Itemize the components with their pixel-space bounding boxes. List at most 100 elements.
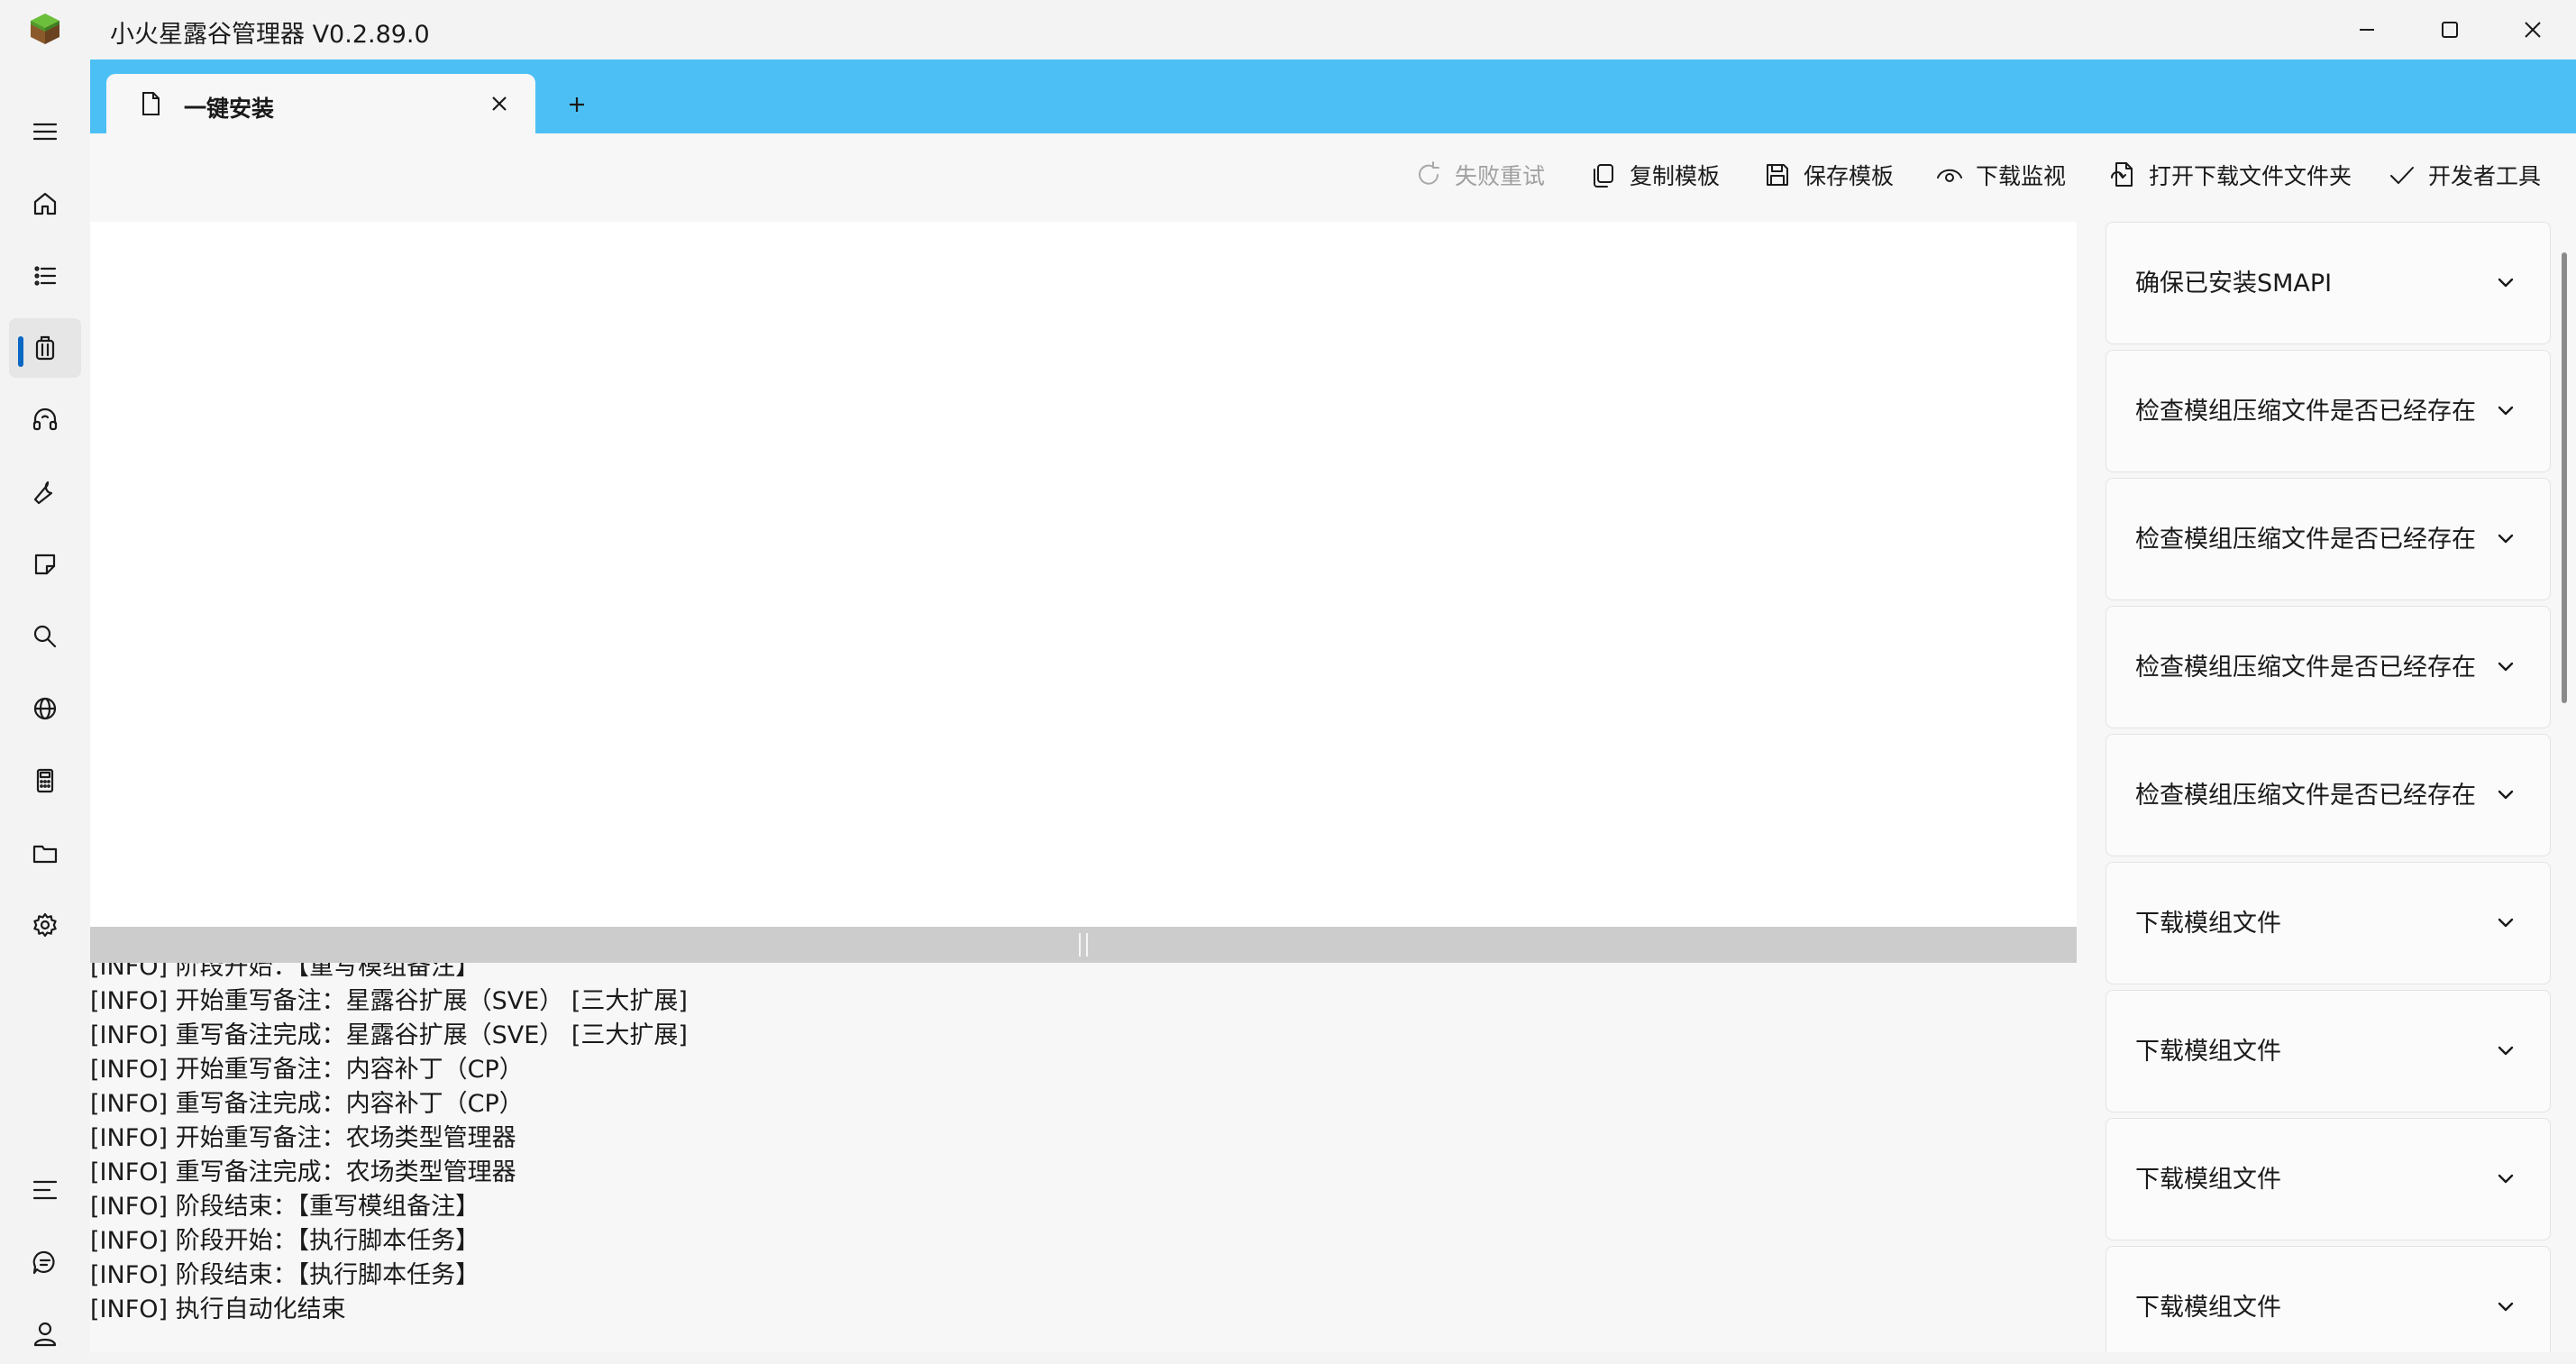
step-card[interactable]: 检查模组压缩文件是否已经存在 bbox=[2106, 478, 2551, 600]
log-line: [INFO] 重写备注完成：内容补丁（CP） bbox=[90, 1090, 524, 1118]
step-card[interactable]: 下载模组文件 bbox=[2106, 862, 2551, 984]
sidebar-collapse-button[interactable] bbox=[9, 1160, 81, 1220]
download-monitor-button[interactable]: 下载监视 bbox=[1934, 155, 2066, 195]
wrench-icon bbox=[33, 481, 53, 505]
step-card[interactable]: 检查模组压缩文件是否已经存在 bbox=[2106, 734, 2551, 856]
step-card[interactable]: 下载模组文件 bbox=[2106, 990, 2551, 1112]
tab-bar: 一键安装 bbox=[90, 60, 2576, 133]
log-panel[interactable]: [INFO] 阶段开始：【重写模组备注】 [INFO] 开始重写备注：星露谷扩展… bbox=[90, 963, 2077, 1352]
minimize-icon bbox=[2360, 29, 2374, 31]
copy-icon bbox=[1594, 164, 1613, 188]
maximize-icon bbox=[2442, 22, 2458, 38]
step-label: 下载模组文件 bbox=[2135, 1165, 2281, 1194]
chevron-down-icon[interactable] bbox=[2492, 782, 2519, 809]
sidebar-item-folder[interactable] bbox=[9, 823, 81, 883]
open-download-folder-label: 打开下载文件文件夹 bbox=[2149, 163, 2352, 189]
home-icon bbox=[33, 192, 57, 215]
copy-template-button[interactable]: 复制模板 bbox=[1588, 155, 1720, 195]
save-template-label: 保存模板 bbox=[1804, 163, 1895, 189]
hamburger-menu-icon bbox=[32, 123, 58, 141]
checkmark-icon bbox=[2390, 167, 2414, 184]
close-icon bbox=[492, 96, 507, 111]
chevron-down-icon[interactable] bbox=[2492, 1166, 2519, 1193]
sidebar-item-feedback[interactable] bbox=[9, 1232, 81, 1292]
splitter-grip[interactable] bbox=[1079, 933, 1088, 957]
install-page: 失败重试 复制模板 保存模板 下载监视 打开下载文件文件夹 开发者工具 [INF… bbox=[90, 133, 2576, 1352]
flow-canvas[interactable] bbox=[90, 222, 2077, 927]
calculator-icon bbox=[36, 768, 54, 793]
sidebar-menu-toggle[interactable] bbox=[9, 102, 81, 161]
sticky-note-icon bbox=[34, 554, 56, 575]
retry-failed-button[interactable]: 失败重试 bbox=[1413, 155, 1545, 195]
save-icon bbox=[1767, 164, 1788, 186]
collapse-list-icon bbox=[32, 1180, 58, 1200]
panel-splitter[interactable] bbox=[90, 927, 2077, 963]
headset-icon bbox=[32, 407, 58, 431]
chevron-down-icon[interactable] bbox=[2492, 526, 2519, 553]
close-window-button[interactable] bbox=[2491, 0, 2574, 60]
save-template-button[interactable]: 保存模板 bbox=[1762, 155, 1894, 195]
sidebar-item-audio[interactable] bbox=[9, 390, 81, 450]
sidebar-item-list[interactable] bbox=[9, 246, 81, 306]
tab-label: 一键安装 bbox=[184, 96, 275, 122]
list-icon bbox=[34, 266, 57, 286]
title-bar: 小火星露谷管理器 V0.2.89.0 bbox=[0, 0, 2576, 60]
log-line: [INFO] 阶段开始：【重写模组备注】 bbox=[90, 963, 480, 981]
step-card[interactable]: 下载模组文件 bbox=[2106, 1118, 2551, 1240]
maximize-button[interactable] bbox=[2408, 0, 2491, 60]
package-icon bbox=[35, 335, 55, 361]
sidebar-item-calculator[interactable] bbox=[9, 751, 81, 810]
chevron-down-icon[interactable] bbox=[2492, 654, 2519, 681]
chat-icon bbox=[32, 1250, 55, 1275]
sidebar-item-install[interactable] bbox=[9, 318, 81, 378]
chevron-down-icon[interactable] bbox=[2492, 270, 2519, 297]
log-line: [INFO] 重写备注完成：星露谷扩展（SVE） [三大扩展] bbox=[90, 1021, 688, 1049]
step-card[interactable]: 下载模组文件 bbox=[2106, 1246, 2551, 1352]
open-download-folder-button[interactable]: 打开下载文件文件夹 bbox=[2107, 155, 2352, 195]
sidebar-item-search[interactable] bbox=[9, 607, 81, 666]
folder-icon bbox=[32, 845, 58, 864]
minimize-button[interactable] bbox=[2325, 0, 2408, 60]
step-label: 检查模组压缩文件是否已经存在 bbox=[2135, 397, 2476, 426]
close-icon bbox=[2525, 22, 2541, 38]
log-line: [INFO] 执行自动化结束 bbox=[90, 1295, 346, 1323]
sidebar-item-settings[interactable] bbox=[9, 895, 81, 955]
sidebar-nav bbox=[0, 60, 90, 1352]
step-list: 确保已安装SMAPI 检查模组压缩文件是否已经存在 检查模组压缩文件是否已经存在… bbox=[2106, 222, 2553, 1352]
grass-block-icon bbox=[27, 11, 63, 47]
step-card[interactable]: 检查模组压缩文件是否已经存在 bbox=[2106, 606, 2551, 728]
tab-close-button[interactable] bbox=[485, 89, 514, 118]
search-icon bbox=[33, 625, 57, 648]
step-label: 下载模组文件 bbox=[2135, 1293, 2281, 1322]
log-lines: [INFO] 阶段开始：【重写模组备注】 [INFO] 开始重写备注：星露谷扩展… bbox=[90, 963, 688, 1327]
globe-icon bbox=[33, 697, 57, 720]
copy-template-label: 复制模板 bbox=[1630, 163, 1721, 189]
developer-tools-label: 开发者工具 bbox=[2428, 163, 2542, 189]
eye-icon bbox=[1937, 169, 1962, 182]
sidebar-item-home[interactable] bbox=[9, 174, 81, 233]
log-line: [INFO] 重写备注完成：农场类型管理器 bbox=[90, 1158, 516, 1186]
step-card[interactable]: 确保已安装SMAPI bbox=[2106, 222, 2551, 344]
chevron-down-icon[interactable] bbox=[2492, 398, 2519, 425]
step-label: 检查模组压缩文件是否已经存在 bbox=[2135, 653, 2476, 682]
tab-one-click-install[interactable]: 一键安装 bbox=[106, 74, 535, 133]
sidebar-item-account[interactable] bbox=[9, 1304, 81, 1364]
sidebar-item-tools[interactable] bbox=[9, 462, 81, 522]
sidebar-item-web[interactable] bbox=[9, 679, 81, 738]
open-file-icon bbox=[2111, 162, 2133, 187]
step-card[interactable]: 检查模组压缩文件是否已经存在 bbox=[2106, 350, 2551, 472]
sidebar-item-notes[interactable] bbox=[9, 535, 81, 594]
log-line: [INFO] 阶段结束：【重写模组备注】 bbox=[90, 1193, 480, 1221]
active-indicator bbox=[18, 336, 23, 367]
add-tab-button[interactable] bbox=[561, 88, 593, 121]
retry-failed-label: 失败重试 bbox=[1455, 163, 1546, 189]
developer-tools-button[interactable]: 开发者工具 bbox=[2387, 155, 2541, 195]
step-label: 检查模组压缩文件是否已经存在 bbox=[2135, 781, 2476, 810]
log-line: [INFO] 开始重写备注：农场类型管理器 bbox=[90, 1124, 516, 1152]
chevron-down-icon[interactable] bbox=[2492, 910, 2519, 937]
step-label: 确保已安装SMAPI bbox=[2135, 269, 2333, 298]
step-label: 下载模组文件 bbox=[2135, 909, 2281, 938]
step-list-scrollbar[interactable] bbox=[2562, 252, 2567, 703]
chevron-down-icon[interactable] bbox=[2492, 1038, 2519, 1065]
chevron-down-icon[interactable] bbox=[2492, 1294, 2519, 1321]
